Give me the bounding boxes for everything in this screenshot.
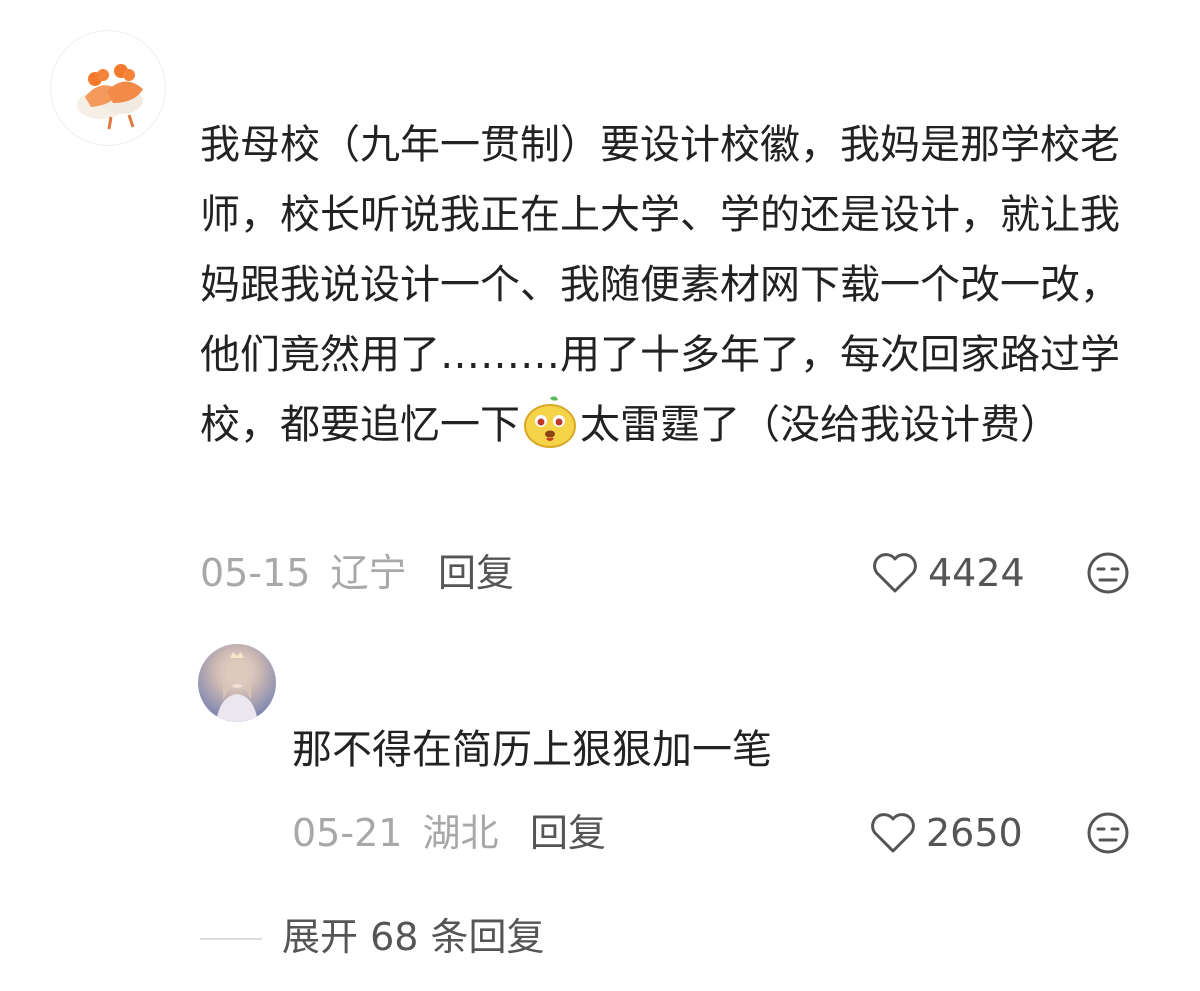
comment-text-part-1: 我母校（九年一贯制）要设计校徽，我妈是那学校老师，校长听说我正在上大学、学的还是… [200,122,1120,448]
comment-date: 05-15 [200,551,311,595]
expand-divider [200,938,262,940]
expand-replies-button[interactable]: 展开 68 条回复 [282,914,545,960]
meh-face-icon [1087,812,1129,854]
reply-location: 湖北 [422,811,499,855]
comment-like-button[interactable]: 4424 [872,551,1025,595]
girl-avatar-image [216,652,258,722]
comment-text: 我母校（九年一贯制）要设计校徽，我妈是那学校老师，校长听说我正在上大学、学的还是… [200,110,1150,460]
reply-date: 05-21 [292,811,403,855]
heart-icon [873,553,917,593]
commenter-avatar[interactable] [50,30,166,146]
reply-like-button[interactable]: 2650 [870,811,1023,855]
reply-dislike-button[interactable] [1086,811,1130,859]
meh-face-icon [1087,552,1129,594]
reply-meta: 05-21 湖北 [292,811,499,855]
comment-like-count: 4424 [928,551,1025,595]
heart-icon [871,813,915,853]
reply-avatar[interactable] [198,644,276,722]
comment-dislike-button[interactable] [1086,551,1130,599]
sushi-avatar-image [77,64,143,130]
comment-text-part-2: 太雷霆了（没给我设计费） [580,402,1060,448]
comment-location: 辽宁 [330,551,407,595]
reply-text: 那不得在简历上狠狠加一笔 [292,727,772,773]
yellow-face-emoji-icon [524,396,576,448]
reply-like-count: 2650 [926,811,1023,855]
comment-meta: 05-15 辽宁 [200,551,407,595]
reply-reply-button[interactable]: 回复 [530,811,606,855]
comment-reply-button[interactable]: 回复 [438,551,514,595]
